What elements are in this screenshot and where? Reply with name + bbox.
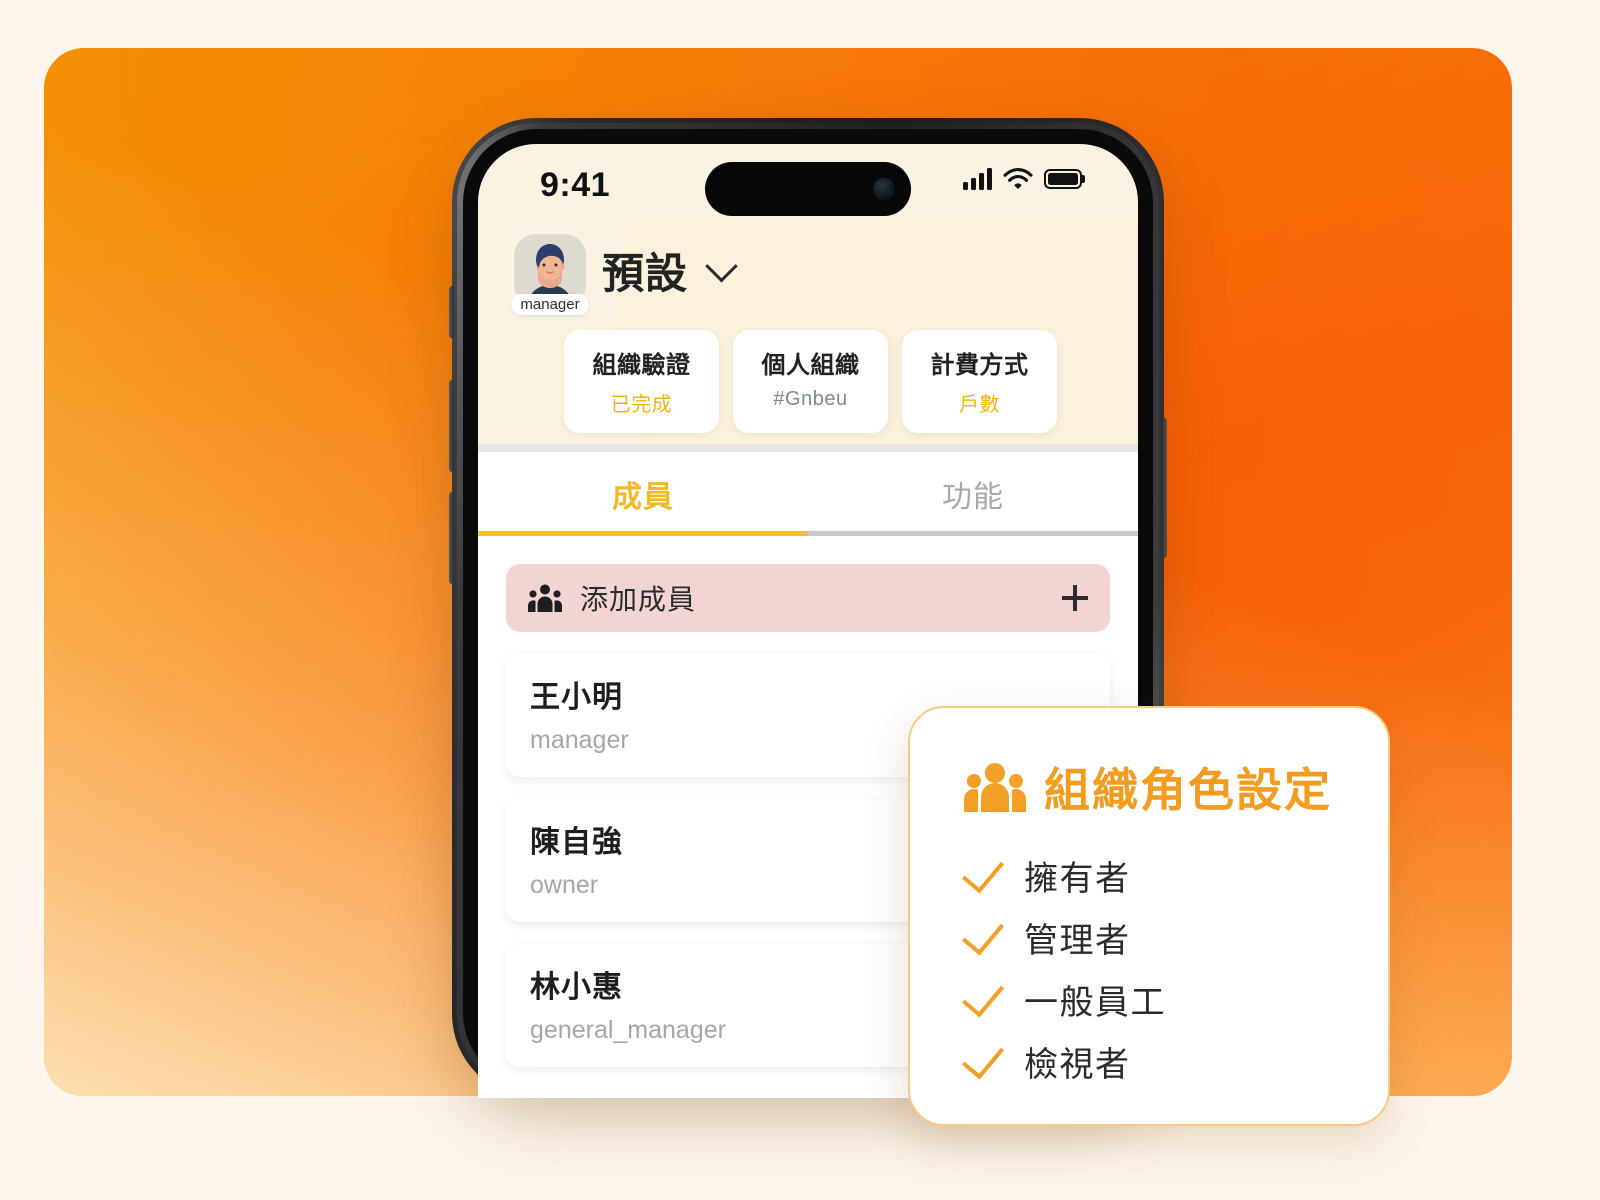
organization-name: 預設	[602, 249, 689, 297]
role-item-manager: 管理者	[961, 906, 1388, 968]
info-card-value: #Gnbeu	[773, 388, 848, 410]
info-card-personal-org[interactable]: 個人組織 #Gnbeu	[733, 330, 888, 433]
role-item-owner: 擁有者	[961, 844, 1388, 906]
info-card-value: 已完成	[610, 394, 673, 416]
status-bar-clock: 9:41	[540, 166, 611, 204]
add-member-label: 添加成員	[580, 584, 697, 615]
add-member-button[interactable]: 添加成員	[506, 564, 1110, 632]
cellular-bars-icon	[963, 168, 992, 190]
role-card-title: 組織角色設定	[1044, 764, 1332, 816]
tab-features[interactable]: 功能	[808, 452, 1138, 536]
avatar-role-badge: manager	[511, 294, 589, 315]
check-icon	[961, 1035, 1005, 1079]
tab-members[interactable]: 成員	[478, 452, 808, 536]
role-item-general-staff: 一般員工	[961, 968, 1388, 1030]
info-card-title: 個人組織	[761, 352, 860, 379]
role-item-label: 擁有者	[1024, 859, 1131, 898]
volume-down-button[interactable]	[449, 492, 454, 584]
info-card-list: 組織驗證 已完成 個人組織 #Gnbeu 計費方式 戶數	[564, 330, 1057, 433]
section-divider	[478, 444, 1138, 452]
wifi-icon	[1003, 168, 1033, 190]
check-icon	[961, 973, 1005, 1017]
app-header: manager 預設 組織驗證 已完成 個人組織 #Gnbeu 計費方式 戶數	[478, 222, 1138, 444]
role-item-viewer: 檢視者	[961, 1030, 1388, 1092]
role-item-label: 檢視者	[1024, 1045, 1131, 1084]
info-card-title: 計費方式	[930, 352, 1029, 379]
group-people-icon	[528, 584, 562, 612]
group-people-icon	[964, 763, 1026, 812]
role-item-label: 管理者	[1024, 921, 1131, 960]
battery-full-icon	[1044, 169, 1082, 189]
check-icon	[961, 911, 1005, 955]
role-card-header: 組織角色設定	[964, 754, 1388, 820]
status-bar: 9:41	[478, 144, 1138, 222]
role-item-list: 擁有者 管理者 一般員工 檢視者	[961, 844, 1388, 1092]
role-settings-card: 組織角色設定 擁有者 管理者 一般員工 檢視者	[908, 706, 1390, 1126]
info-card-title: 組織驗證	[592, 352, 691, 379]
tab-underline	[478, 531, 1138, 536]
role-item-label: 一般員工	[1024, 983, 1166, 1022]
volume-up-button[interactable]	[449, 380, 454, 472]
action-button[interactable]	[449, 286, 454, 338]
organization-selector[interactable]: manager 預設	[511, 234, 738, 315]
dynamic-island	[705, 162, 911, 216]
power-button[interactable]	[1162, 418, 1167, 558]
info-card-value: 戶數	[959, 394, 1000, 416]
chevron-down-icon[interactable]	[705, 249, 738, 283]
info-card-verification[interactable]: 組織驗證 已完成	[564, 330, 719, 433]
status-bar-indicators	[963, 168, 1082, 190]
plus-icon[interactable]	[1062, 585, 1088, 611]
info-card-billing[interactable]: 計費方式 戶數	[902, 330, 1057, 433]
tab-bar: 成員 功能	[478, 452, 1138, 536]
check-icon	[961, 849, 1005, 893]
avatar: manager	[511, 234, 589, 315]
front-camera-icon	[873, 178, 895, 200]
